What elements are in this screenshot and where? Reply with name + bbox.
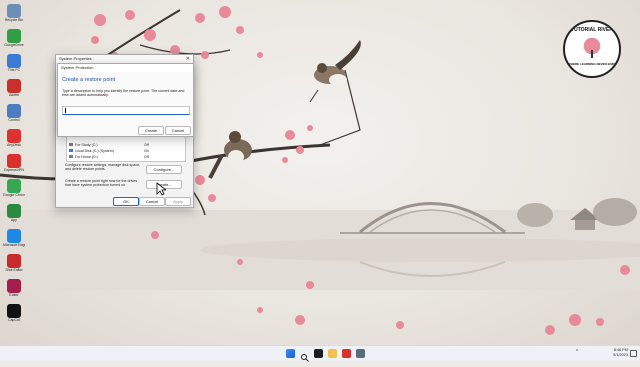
desktop-icon-label: Recycle Bin bbox=[4, 18, 24, 22]
drive-name: For Study (C:) bbox=[75, 143, 98, 147]
notifications-icon[interactable] bbox=[630, 350, 637, 357]
drive-row[interactable]: For Home (D:) Off bbox=[69, 155, 183, 160]
drive-icon bbox=[69, 155, 73, 158]
drive-row[interactable]: Local Disk (C:) (System) On bbox=[69, 149, 183, 154]
desktop-icon-label: App bbox=[10, 218, 18, 222]
pavilion-body bbox=[575, 220, 595, 230]
app-icon bbox=[7, 79, 21, 93]
app-icon bbox=[7, 179, 21, 193]
app-icon bbox=[7, 104, 21, 118]
logo-tree-icon bbox=[581, 36, 603, 58]
desktop-icon-label: Editor bbox=[9, 293, 19, 297]
desktop-icon-label: ExpressVPN bbox=[4, 168, 24, 172]
windows-start-icon[interactable] bbox=[286, 349, 295, 358]
desktop-icon[interactable]: CapCut bbox=[3, 304, 25, 322]
drive-protection-list[interactable]: For Study (C:) Off Local Disk (C:) (Syst… bbox=[66, 135, 186, 162]
tree-right bbox=[593, 198, 637, 226]
tree-left bbox=[517, 203, 553, 227]
create-description: Create a restore point right now for the… bbox=[65, 179, 138, 188]
cancel-button[interactable]: Cancel bbox=[139, 197, 165, 206]
create-restore-point-heading: Create a restore point bbox=[62, 77, 116, 83]
app-red-icon[interactable] bbox=[342, 349, 351, 358]
app-icon bbox=[7, 29, 21, 43]
desktop-icon-label: CapCut bbox=[8, 318, 20, 322]
restore-point-description: Type a description to help you identify … bbox=[62, 89, 185, 98]
system-properties-title: System Properties bbox=[59, 56, 92, 61]
desktop-icon[interactable]: Adobe bbox=[3, 79, 25, 97]
desktop-icon[interactable]: Editor bbox=[3, 279, 25, 297]
bird-top bbox=[309, 40, 361, 103]
drive-row[interactable]: For Study (C:) Off bbox=[69, 143, 183, 148]
drive-name: Local Disk (C:) (System) bbox=[75, 149, 114, 153]
app-icon bbox=[7, 304, 21, 318]
desktop-icon-label: AnyDesk bbox=[6, 143, 21, 147]
system-properties-titlebar: System Properties ✕ bbox=[56, 55, 193, 63]
desktop-icon[interactable]: ExpressVPN bbox=[3, 154, 25, 172]
logo-text-bottom: WHERE LEARNING NEVER ENDS bbox=[567, 62, 616, 66]
desktop-icon[interactable]: AnyDesk bbox=[3, 129, 25, 147]
close-icon[interactable]: ✕ bbox=[186, 55, 190, 63]
tutorial-river-logo: TUTORIAL RIVER WHERE LEARNING NEVER ENDS bbox=[563, 20, 621, 78]
app-icon bbox=[7, 54, 21, 68]
desktop-icon-label: This PC bbox=[7, 68, 21, 72]
file-explorer-icon[interactable] bbox=[328, 349, 337, 358]
search-icon[interactable] bbox=[300, 349, 309, 362]
desktop-icon[interactable]: App bbox=[3, 204, 25, 222]
desktop-icon[interactable]: This PC bbox=[3, 54, 25, 72]
desktop-icon-label: Google Chrome bbox=[3, 193, 25, 197]
desktop-icon[interactable]: Control bbox=[3, 104, 25, 122]
drive-name: For Home (D:) bbox=[75, 155, 98, 159]
restore-point-name-input[interactable] bbox=[62, 106, 190, 115]
apply-button[interactable]: Apply bbox=[165, 197, 191, 206]
desktop-icon-label: Shot Editor bbox=[5, 268, 23, 272]
desktop-icon-label: Microsoft Edge bbox=[3, 243, 25, 247]
desktop-icon-label: Control bbox=[8, 118, 20, 122]
tray-chevron-icon[interactable]: ^ bbox=[576, 349, 578, 355]
desktop-icon[interactable]: Microsoft Edge bbox=[3, 229, 25, 247]
app-icon bbox=[7, 204, 21, 218]
configure-button[interactable]: Configure... bbox=[146, 165, 182, 174]
drive-status: On bbox=[144, 149, 149, 153]
desktop-icon[interactable]: Google Chrome bbox=[3, 179, 25, 197]
system-settings-icon[interactable] bbox=[356, 349, 365, 358]
app-icon bbox=[7, 279, 21, 293]
drive-icon bbox=[69, 143, 73, 146]
system-clock[interactable]: 8:46 PM 5/1/2023 bbox=[613, 348, 628, 358]
system-protection-dialog: System Protection Create a restore point… bbox=[57, 63, 194, 137]
logo-text-top: TUTORIAL RIVER bbox=[571, 27, 613, 33]
branch-upper-twig bbox=[139, 44, 231, 55]
taskbar: 8:46 PM 5/1/2023 ^ bbox=[0, 345, 640, 362]
desktop-icon-label: Adobe bbox=[8, 93, 20, 97]
bird-bottom bbox=[208, 131, 252, 179]
app-icon bbox=[7, 129, 21, 143]
app-icon bbox=[7, 229, 21, 243]
configure-description: Configure restore settings, manage disk … bbox=[65, 163, 141, 172]
app-icon bbox=[7, 254, 21, 268]
cancel-button[interactable]: Cancel bbox=[165, 126, 191, 135]
text-cursor bbox=[65, 108, 66, 113]
drive-status: Off bbox=[144, 155, 149, 159]
desktop-icon[interactable]: Shot Editor bbox=[3, 254, 25, 272]
create-button[interactable]: Create bbox=[138, 126, 164, 135]
desktop-icon[interactable]: Recycle Bin bbox=[3, 4, 25, 22]
system-protection-title: System Protection bbox=[61, 65, 94, 70]
branch-upper bbox=[99, 9, 181, 61]
task-view-icon[interactable] bbox=[314, 349, 323, 358]
app-icon bbox=[7, 4, 21, 18]
drive-status: Off bbox=[144, 143, 149, 147]
mouse-cursor bbox=[156, 182, 166, 196]
clock-date: 5/1/2023 bbox=[613, 353, 628, 357]
desktop-icon-label: GoogleDrive bbox=[4, 43, 24, 47]
desktop-icon[interactable]: GoogleDrive bbox=[3, 29, 25, 47]
system-protection-titlebar: System Protection bbox=[58, 64, 193, 72]
app-icon bbox=[7, 154, 21, 168]
ok-button[interactable]: OK bbox=[113, 197, 139, 206]
drive-icon bbox=[69, 149, 73, 152]
